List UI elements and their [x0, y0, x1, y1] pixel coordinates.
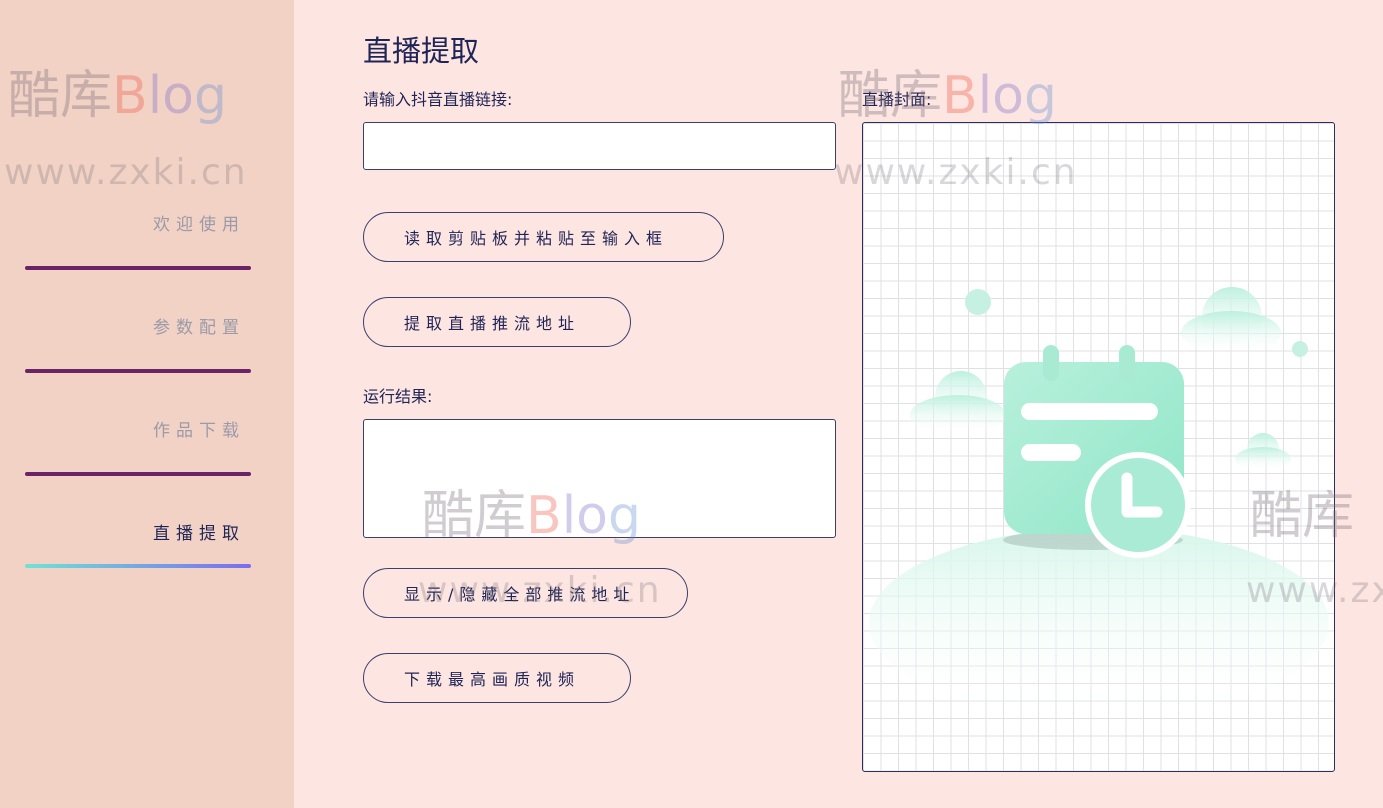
cover-label: 直播封面:: [862, 90, 932, 109]
sidebar-item-underline: [25, 369, 251, 373]
calendar-clock-icon: [869, 287, 1329, 718]
result-output[interactable]: [363, 419, 836, 538]
result-label: 运行结果:: [363, 387, 433, 406]
sidebar-item-label: 欢迎使用: [153, 215, 245, 235]
sidebar: 欢迎使用 参数配置 作品下载 直播提取: [0, 0, 294, 808]
sidebar-item-underline-active: [25, 564, 251, 568]
sidebar-item-settings[interactable]: 参数配置: [25, 313, 251, 373]
live-cover-panel: [862, 122, 1335, 772]
sidebar-item-underline: [25, 472, 251, 476]
toggle-stream-urls-button[interactable]: 显示/隐藏全部推流地址: [363, 568, 688, 618]
sidebar-item-live-extract[interactable]: 直播提取: [25, 519, 251, 568]
sidebar-item-underline: [25, 266, 251, 270]
page-title: 直播提取: [363, 34, 480, 68]
paste-clipboard-button[interactable]: 读取剪贴板并粘贴至输入框: [363, 212, 724, 262]
sidebar-item-label: 参数配置: [153, 318, 245, 338]
extract-stream-button[interactable]: 提取直播推流地址: [363, 297, 631, 347]
sidebar-item-label: 直播提取: [153, 524, 245, 544]
sidebar-item-welcome[interactable]: 欢迎使用: [25, 210, 251, 270]
sidebar-item-download[interactable]: 作品下载: [25, 416, 251, 476]
download-hq-video-button[interactable]: 下载最高画质视频: [363, 653, 631, 703]
live-link-label: 请输入抖音直播链接:: [363, 90, 513, 109]
live-link-input[interactable]: [363, 122, 836, 170]
sidebar-item-label: 作品下载: [153, 421, 245, 441]
